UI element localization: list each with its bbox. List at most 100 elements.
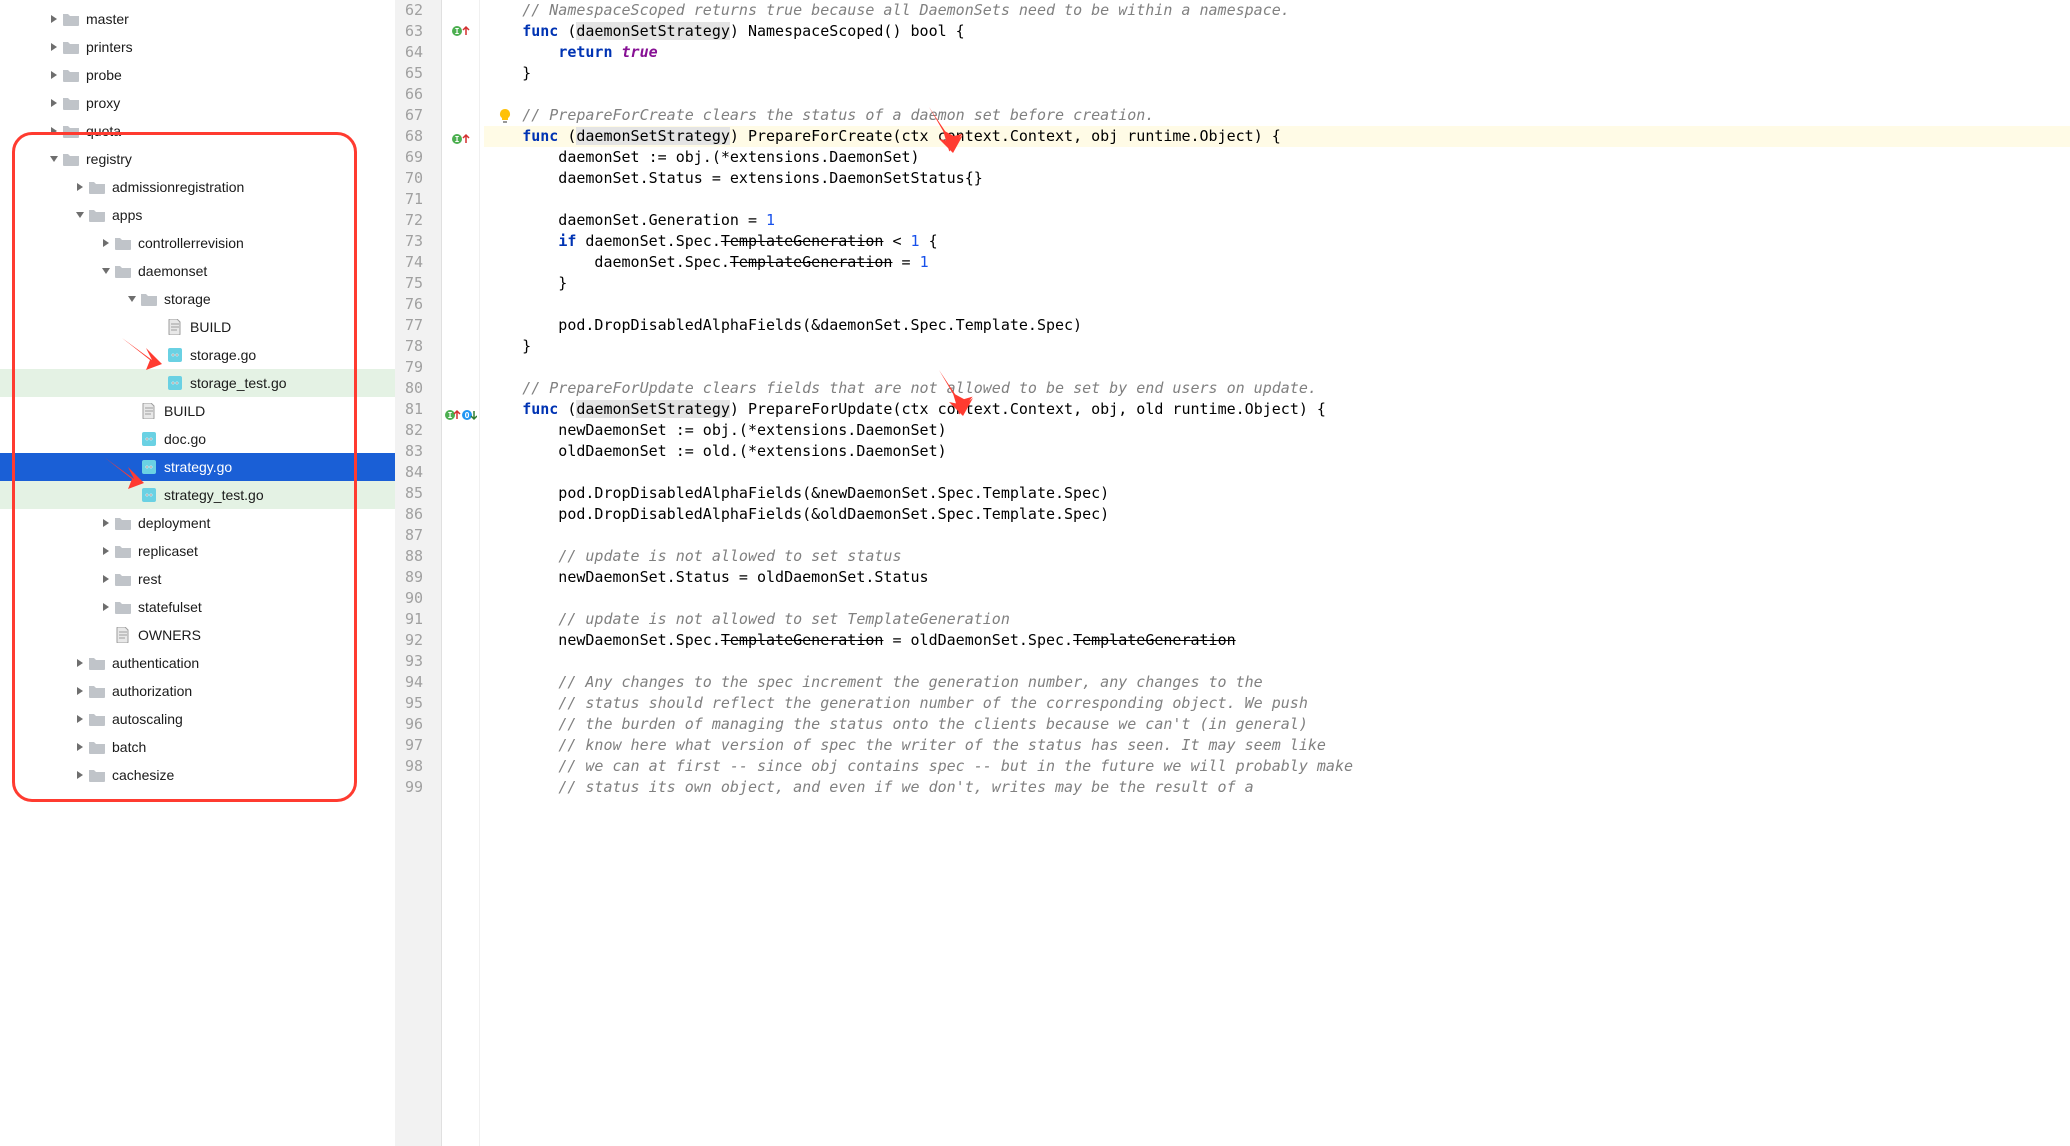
code-line[interactable]: newDaemonSet.Spec.TemplateGeneration = o…: [484, 630, 2070, 651]
gutter-marker-slot: [442, 237, 479, 258]
tree-expand-icon[interactable]: [98, 543, 114, 559]
tree-expand-icon[interactable]: [46, 11, 62, 27]
tree-item[interactable]: authorization: [0, 677, 395, 705]
tree-expand-icon[interactable]: [98, 263, 114, 279]
tree-item[interactable]: apps: [0, 201, 395, 229]
tree-item[interactable]: controllerrevision: [0, 229, 395, 257]
code-line[interactable]: }: [484, 63, 2070, 84]
code-line[interactable]: pod.DropDisabledAlphaFields(&newDaemonSe…: [484, 483, 2070, 504]
code-line[interactable]: // we can at first -- since obj contains…: [484, 756, 2070, 777]
tree-item[interactable]: rest: [0, 565, 395, 593]
tree-item[interactable]: OWNERS: [0, 621, 395, 649]
gutter-marker-slot: [442, 492, 479, 513]
tree-item[interactable]: autoscaling: [0, 705, 395, 733]
tree-item[interactable]: printers: [0, 33, 395, 61]
code-line[interactable]: // update is not allowed to set Template…: [484, 609, 2070, 630]
tree-expand-icon[interactable]: [72, 767, 88, 783]
code-line[interactable]: }: [484, 336, 2070, 357]
code-line[interactable]: [484, 189, 2070, 210]
code-line[interactable]: [484, 462, 2070, 483]
tree-item[interactable]: batch: [0, 733, 395, 761]
gutter-marker-slot: [442, 534, 479, 555]
tree-expand-icon[interactable]: [72, 711, 88, 727]
code-line[interactable]: daemonSet.Generation = 1: [484, 210, 2070, 231]
tree-item[interactable]: BUILD: [0, 313, 395, 341]
code-line[interactable]: // the burden of managing the status ont…: [484, 714, 2070, 735]
code-line[interactable]: newDaemonSet.Status = oldDaemonSet.Statu…: [484, 567, 2070, 588]
tree-item[interactable]: proxy: [0, 89, 395, 117]
tree-expand-icon[interactable]: [98, 515, 114, 531]
code-line[interactable]: // Any changes to the spec increment the…: [484, 672, 2070, 693]
tree-item[interactable]: BUILD: [0, 397, 395, 425]
code-line[interactable]: daemonSet.Spec.TemplateGeneration = 1: [484, 252, 2070, 273]
code-line[interactable]: daemonSet := obj.(*extensions.DaemonSet): [484, 147, 2070, 168]
tree-expand-icon[interactable]: [98, 235, 114, 251]
code-line[interactable]: if daemonSet.Spec.TemplateGeneration < 1…: [484, 231, 2070, 252]
tree-expand-icon[interactable]: [98, 571, 114, 587]
code-line[interactable]: // NamespaceScoped returns true because …: [484, 0, 2070, 21]
code-line[interactable]: oldDaemonSet := old.(*extensions.DaemonS…: [484, 441, 2070, 462]
tree-item[interactable]: daemonset: [0, 257, 395, 285]
tree-expand-icon[interactable]: [72, 739, 88, 755]
tree-expand-icon[interactable]: [46, 67, 62, 83]
code-line[interactable]: [484, 525, 2070, 546]
code-line[interactable]: [484, 294, 2070, 315]
tree-expand-icon[interactable]: [46, 123, 62, 139]
tree-item[interactable]: admissionregistration: [0, 173, 395, 201]
tree-expand-icon[interactable]: [46, 39, 62, 55]
code-line[interactable]: // know here what version of spec the wr…: [484, 735, 2070, 756]
tree-expand-icon[interactable]: [98, 599, 114, 615]
code-line[interactable]: daemonSet.Status = extensions.DaemonSetS…: [484, 168, 2070, 189]
code-line[interactable]: return true: [484, 42, 2070, 63]
code-line[interactable]: // status its own object, and even if we…: [484, 777, 2070, 798]
tree-item[interactable]: strategy.go: [0, 453, 395, 481]
tree-item[interactable]: probe: [0, 61, 395, 89]
code-line[interactable]: func (daemonSetStrategy) PrepareForUpdat…: [484, 399, 2070, 420]
tree-item[interactable]: cachesize: [0, 761, 395, 789]
tree-item[interactable]: strategy_test.go: [0, 481, 395, 509]
code-line[interactable]: [484, 588, 2070, 609]
tree-expand-icon[interactable]: [124, 291, 140, 307]
code-line[interactable]: pod.DropDisabledAlphaFields(&oldDaemonSe…: [484, 504, 2070, 525]
code-line[interactable]: newDaemonSet := obj.(*extensions.DaemonS…: [484, 420, 2070, 441]
code-line[interactable]: func (daemonSetStrategy) PrepareForCreat…: [484, 126, 2070, 147]
gutter-marker-slot: [442, 384, 479, 405]
tree-item[interactable]: storage_test.go: [0, 369, 395, 397]
code-line[interactable]: // PrepareForCreate clears the status of…: [484, 105, 2070, 126]
code-line[interactable]: func (daemonSetStrategy) NamespaceScoped…: [484, 21, 2070, 42]
tree-item[interactable]: deployment: [0, 509, 395, 537]
code-line[interactable]: [484, 84, 2070, 105]
gutter-marker-slot: [442, 279, 479, 300]
tree-item[interactable]: doc.go: [0, 425, 395, 453]
go-file-icon: [166, 374, 184, 392]
gutter-marker-slot: [442, 555, 479, 576]
code-line[interactable]: // status should reflect the generation …: [484, 693, 2070, 714]
code-line[interactable]: [484, 357, 2070, 378]
tree-item[interactable]: statefulset: [0, 593, 395, 621]
tree-item[interactable]: replicaset: [0, 537, 395, 565]
tree-expand-icon[interactable]: [46, 151, 62, 167]
tree-expand-icon[interactable]: [46, 95, 62, 111]
tree-item[interactable]: storage: [0, 285, 395, 313]
tree-item[interactable]: quota: [0, 117, 395, 145]
code-line[interactable]: pod.DropDisabledAlphaFields(&daemonSet.S…: [484, 315, 2070, 336]
tree-item[interactable]: registry: [0, 145, 395, 173]
tree-item[interactable]: master: [0, 5, 395, 33]
tree-expand-icon[interactable]: [72, 683, 88, 699]
tree-item[interactable]: authentication: [0, 649, 395, 677]
tree-expand-icon[interactable]: [72, 655, 88, 671]
project-tree[interactable]: masterprintersprobeproxyquotaregistryadm…: [0, 0, 395, 1146]
line-number: 84: [405, 462, 423, 483]
tree-expand-icon[interactable]: [72, 207, 88, 223]
code-line[interactable]: }: [484, 273, 2070, 294]
code-area[interactable]: // NamespaceScoped returns true because …: [480, 0, 2070, 1146]
code-line[interactable]: // update is not allowed to set status: [484, 546, 2070, 567]
code-editor[interactable]: 6263646566676869707172737475767778798081…: [395, 0, 2070, 1146]
tree-expand-icon[interactable]: [72, 179, 88, 195]
gutter-marker-slot: [442, 597, 479, 618]
tree-item[interactable]: storage.go: [0, 341, 395, 369]
code-line[interactable]: [484, 651, 2070, 672]
code-line[interactable]: // PrepareForUpdate clears fields that a…: [484, 378, 2070, 399]
folder-icon: [62, 66, 80, 84]
intention-bulb-icon[interactable]: [498, 108, 512, 124]
